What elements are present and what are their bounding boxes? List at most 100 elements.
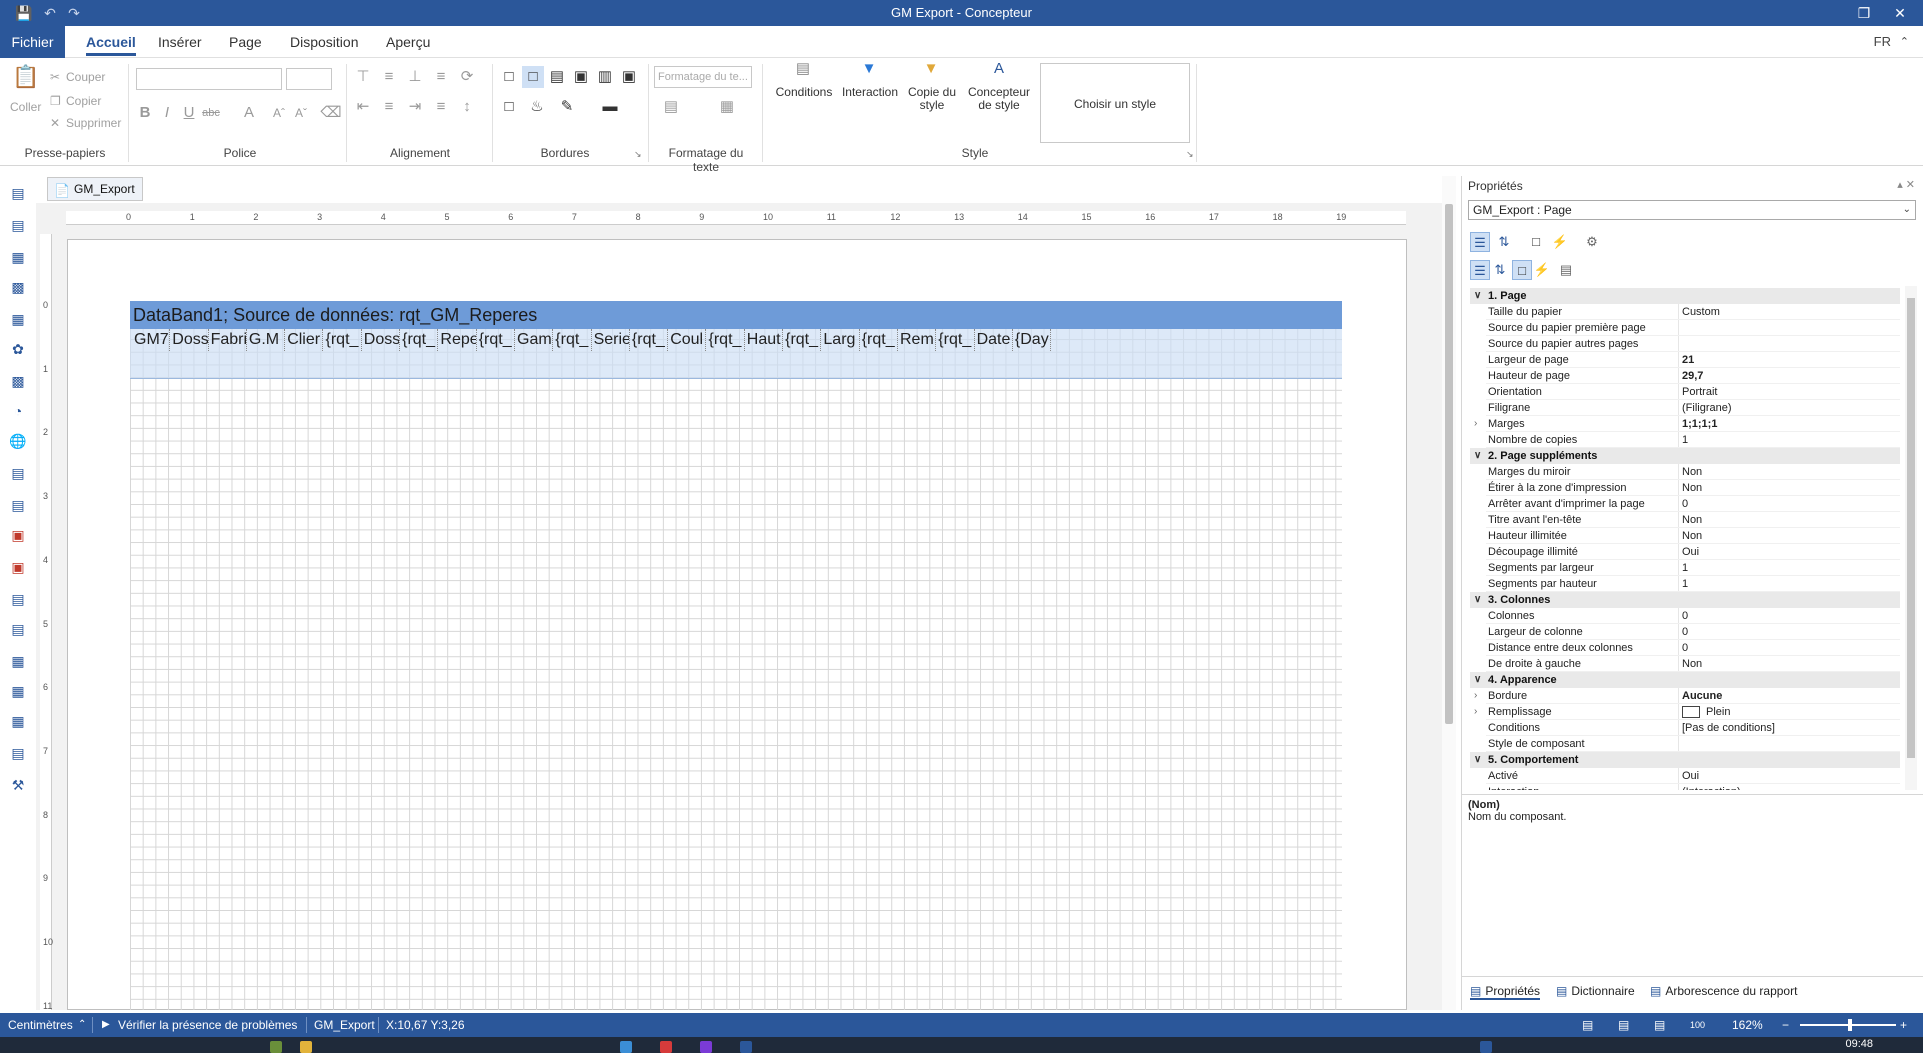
table-icon[interactable]: ▦ [9, 652, 27, 670]
databand-field[interactable]: {rqt_ [936, 329, 975, 351]
property-category[interactable]: ∨ 3. Colonnes [1470, 592, 1900, 608]
align-middle-icon[interactable]: ≡ [378, 66, 400, 88]
font-color-icon[interactable]: A [238, 102, 260, 124]
border-bottom-icon[interactable]: ▥ [594, 66, 616, 88]
tab-properties[interactable]: ▤ Propriétés [1470, 982, 1541, 1000]
two-pages-icon[interactable]: ▤ [1654, 1013, 1665, 1037]
property-row[interactable]: Titre avant l'en-tête Non [1470, 512, 1900, 528]
properties-view-icon-2[interactable]: □ [1512, 260, 1532, 280]
property-row[interactable]: Largeur de colonne 0 [1470, 624, 1900, 640]
document-tab[interactable]: 📄 GM_Export [47, 177, 143, 201]
property-value[interactable]: 0 [1682, 640, 1898, 656]
databand-field[interactable]: Date [975, 329, 1013, 351]
property-row[interactable]: Segments par largeur 1 [1470, 560, 1900, 576]
zoom-out-icon[interactable]: − [1782, 1013, 1789, 1037]
language-selector[interactable]: FR [1874, 26, 1891, 58]
align-bottom-icon[interactable]: ⊥ [404, 66, 426, 88]
property-value[interactable]: Non [1682, 480, 1898, 496]
shrink-font-icon[interactable]: Aˇ [290, 102, 312, 124]
align-top-icon[interactable]: ⊤ [352, 66, 374, 88]
taskbar-app-icon[interactable] [270, 1041, 282, 1053]
border-none-icon[interactable]: □ [522, 66, 544, 88]
justify-icon[interactable]: ≡ [430, 66, 452, 88]
sub-report-icon[interactable]: ▦ [9, 682, 27, 700]
property-row[interactable]: Style de composant [1470, 736, 1900, 752]
categorized-icon-2[interactable]: ☰ [1470, 260, 1490, 280]
container-icon[interactable]: ▤ [9, 620, 27, 638]
property-row[interactable]: › Marges 1;1;1;1 [1470, 416, 1900, 432]
taskbar-app-icon[interactable] [740, 1041, 752, 1053]
collapse-icon[interactable]: ∨ [1474, 592, 1481, 608]
units-selector[interactable]: Centimètres [8, 1013, 73, 1037]
databand-field[interactable]: {rqt_ [783, 329, 822, 351]
pin-icon[interactable]: ▴ ✕ [1897, 178, 1915, 191]
shapes-icon[interactable]: ✿ [9, 340, 27, 358]
format-icon[interactable]: ▤ [660, 96, 682, 118]
property-value[interactable]: 0 [1682, 624, 1898, 640]
fill-color-icon[interactable]: ♨ [526, 96, 548, 118]
dialog-launcher-icon[interactable]: ↘ [634, 149, 642, 160]
check-issues-button[interactable]: Vérifier la présence de problèmes [118, 1013, 297, 1037]
one-page-icon[interactable]: ▤ [1618, 1013, 1629, 1037]
map-icon[interactable]: 🌐 [9, 432, 27, 450]
text-icon[interactable]: ▤ [9, 464, 27, 482]
categorized-icon[interactable]: ☰ [1470, 232, 1490, 252]
property-value[interactable]: Plein [1682, 704, 1898, 720]
zoom-100-icon[interactable]: 100 [1690, 1013, 1705, 1037]
align-center-icon[interactable]: ≡ [378, 96, 400, 118]
sparkline-icon[interactable]: ▤ [9, 744, 27, 762]
cross-tab-icon[interactable]: ▦ [9, 712, 27, 730]
tab-file[interactable]: Fichier [0, 26, 65, 58]
databand-field[interactable]: {rqt_ [630, 329, 669, 351]
property-row[interactable]: Colonnes 0 [1470, 608, 1900, 624]
property-value[interactable]: (Interaction) [1682, 784, 1898, 790]
copy-style-button[interactable]: Copie du style [900, 86, 964, 112]
property-category[interactable]: ∨ 2. Page suppléments [1470, 448, 1900, 464]
taskbar-app-icon[interactable] [1480, 1041, 1492, 1053]
tab-disposition[interactable]: Disposition [290, 26, 358, 58]
property-row[interactable]: Orientation Portrait [1470, 384, 1900, 400]
sort-az-icon[interactable]: ⇅ [1494, 232, 1514, 252]
property-value[interactable]: 21 [1682, 352, 1898, 368]
italic-icon[interactable]: I [156, 102, 178, 124]
property-value[interactable]: 0 [1682, 496, 1898, 512]
copy-style-icon[interactable]: ▼ [920, 58, 942, 80]
databand-field[interactable]: {rqt_ [324, 329, 362, 351]
cut-button[interactable]: Couper [66, 70, 105, 84]
databand-field[interactable]: {rqt_ [553, 329, 592, 351]
databand-field[interactable]: Fabri [209, 329, 247, 351]
property-value[interactable]: 1 [1682, 576, 1898, 592]
tab-inserer[interactable]: Insérer [158, 26, 202, 58]
border-all-icon[interactable]: □ [498, 66, 520, 88]
property-value[interactable]: Non [1682, 464, 1898, 480]
tab-page[interactable]: Page [229, 26, 262, 58]
databand-field[interactable]: Gam [515, 329, 554, 351]
databand-field[interactable]: {rqt_ [860, 329, 898, 351]
databand-field[interactable]: Serie [592, 329, 630, 351]
databand-field[interactable]: {rqt_ [477, 329, 515, 351]
property-row[interactable]: Source du papier première page [1470, 320, 1900, 336]
settings-icon[interactable]: ⚙ [1582, 232, 1602, 252]
align-justify-icon[interactable]: ≡ [430, 96, 452, 118]
zoom-in-icon[interactable]: + [1900, 1013, 1907, 1037]
tab-accueil[interactable]: Accueil [86, 26, 136, 58]
property-row[interactable]: Nombre de copies 1 [1470, 432, 1900, 448]
expand-icon[interactable]: › [1474, 416, 1477, 432]
picture-icon[interactable]: ▣ [9, 558, 27, 576]
databand-field[interactable]: Repe [438, 329, 477, 351]
wrap-icon[interactable] [466, 66, 488, 88]
sort-az-icon-2[interactable]: ⇅ [1490, 260, 1510, 280]
expand-icon[interactable]: › [1474, 688, 1477, 704]
databand-header[interactable]: DataBand1; Source de données: rqt_GM_Rep… [130, 301, 1342, 329]
dialog-launcher-icon[interactable]: ↘ [1186, 149, 1194, 160]
image-icon[interactable]: ▣ [9, 526, 27, 544]
cross-band-icon[interactable]: ▤ [9, 216, 27, 234]
line-spacing-icon[interactable]: ↕ [456, 96, 478, 118]
interaction-icon[interactable]: ▼ [858, 58, 880, 80]
grow-font-icon[interactable]: Aˆ [268, 102, 290, 124]
databand-field[interactable]: Doss [362, 329, 401, 351]
paste-button[interactable]: Coller [10, 100, 41, 114]
property-pages-icon[interactable]: ▤ [1556, 260, 1576, 280]
taskbar-app-icon[interactable] [300, 1041, 312, 1053]
copy-icon[interactable]: ❐ [50, 94, 61, 108]
